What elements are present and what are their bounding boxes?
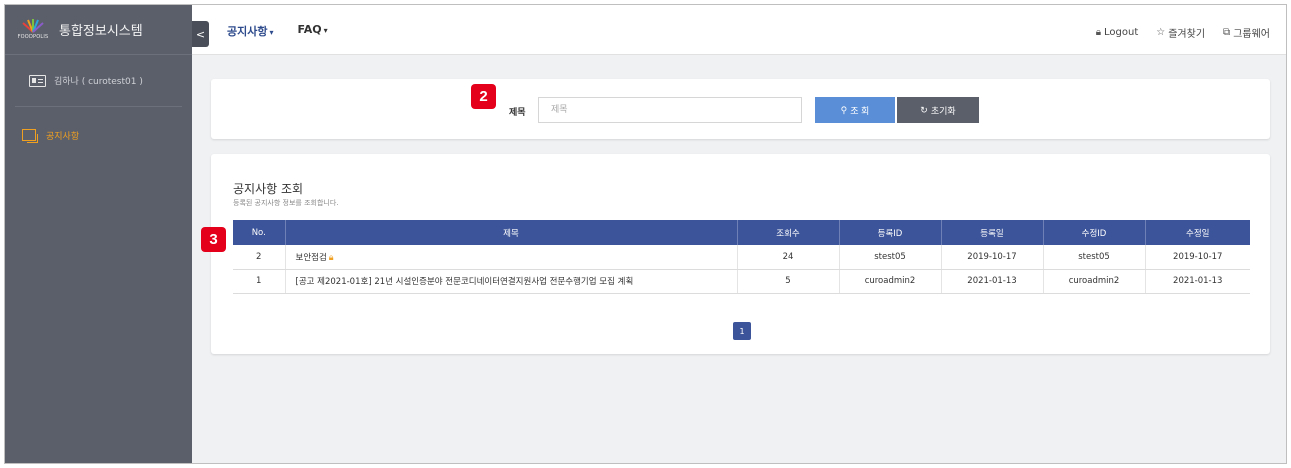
annotation-badge-3: 3	[201, 227, 226, 252]
column-header[interactable]: 제목	[285, 220, 738, 245]
result-description: 등록된 공지사항 정보를 조회합니다.	[233, 199, 339, 207]
refresh-icon: ↻	[920, 104, 928, 115]
table-row[interactable]: 2 보안점검 🔒︎ 24 stest05 2019-10-17 stest05 2…	[233, 245, 1250, 270]
cell-title[interactable]: [공고 제2021-01호] 21년 시설인증분야 전문코디네이터연결지원사업 …	[285, 269, 738, 294]
table-header-row: No. 제목 조회수 등록ID 등록일 수정ID 수정일	[233, 220, 1250, 245]
cell-mod-date: 2021-01-13	[1145, 269, 1250, 294]
caret-down-icon: ▾	[323, 26, 328, 35]
logout-link[interactable]: 🔒︎ Logout	[1096, 25, 1139, 40]
search-icon: ⚲	[840, 104, 848, 115]
id-card-icon	[29, 74, 46, 87]
cell-views: 24	[737, 245, 840, 270]
table-row[interactable]: 1 [공고 제2021-01호] 21년 시설인증분야 전문코디네이터연결지원사…	[233, 269, 1250, 294]
column-header[interactable]: 등록일	[941, 220, 1044, 245]
column-header[interactable]: 등록ID	[839, 220, 942, 245]
menu-notice-label: 공지사항	[227, 25, 268, 38]
groupware-link[interactable]: ⧉ 그룹웨어	[1223, 25, 1270, 40]
page-button-1[interactable]: 1	[733, 322, 751, 340]
caret-down-icon: ▾	[269, 28, 274, 37]
sidebar-item-notice[interactable]: 공지사항	[5, 126, 192, 144]
sidebar-collapse-button[interactable]: <	[192, 21, 209, 47]
cell-title[interactable]: 보안점검 🔒︎	[285, 245, 738, 270]
chevron-left-icon: <	[195, 27, 206, 41]
column-header[interactable]: 수정일	[1145, 220, 1250, 245]
reset-button-label: 초기화	[930, 105, 956, 116]
cell-mod-id: stest05	[1043, 245, 1146, 270]
cell-reg-id: curoadmin2	[839, 269, 942, 294]
logout-label: Logout	[1104, 27, 1139, 38]
column-header[interactable]: 수정ID	[1043, 220, 1146, 245]
search-title-label: 제목	[509, 108, 526, 118]
column-header[interactable]: No.	[233, 220, 286, 245]
user-profile[interactable]: 김하나 ( curotest01 )	[15, 55, 182, 107]
result-panel: 공지사항 조회 등록된 공지사항 정보를 조회합니다. No. 제목 조회수 등…	[211, 154, 1270, 354]
cell-mod-id: curoadmin2	[1043, 269, 1146, 294]
lock-icon: 🔒︎	[1095, 27, 1102, 38]
notice-title-link[interactable]: [공고 제2021-01호] 21년 시설인증분야 전문코디네이터연결지원사업 …	[296, 277, 634, 287]
notice-table: No. 제목 조회수 등록ID 등록일 수정ID 수정일 2 보안점검 🔒︎ 24…	[233, 220, 1250, 294]
top-bar: < 공지사항 ▾ FAQ ▾ 🔒︎ Logout ☆ 즐겨찾기 ⧉ 그룹웨어	[192, 5, 1286, 55]
star-icon: ☆	[1156, 27, 1166, 38]
menu-notice[interactable]: 공지사항 ▾	[227, 23, 274, 39]
cell-no: 1	[233, 269, 286, 294]
reset-button[interactable]: ↻ 초기화	[897, 97, 979, 123]
logo-text: FOODPOLIS	[17, 34, 49, 40]
search-button[interactable]: ⚲ 조 회	[815, 97, 895, 123]
annotation-badge-2: 2	[471, 84, 496, 109]
user-name: 김하나 ( curotest01 )	[54, 77, 143, 87]
external-link-icon: ⧉	[1223, 27, 1231, 38]
menu-faq-label: FAQ	[297, 23, 322, 36]
notice-title-link[interactable]: 보안점검	[296, 253, 327, 263]
sidebar-item-label: 공지사항	[46, 131, 80, 142]
brand-title: 통합정보시스템	[59, 24, 143, 39]
top-menu: 공지사항 ▾ FAQ ▾	[227, 23, 328, 39]
cell-reg-date: 2019-10-17	[941, 245, 1044, 270]
search-title-input[interactable]	[538, 97, 802, 123]
brand[interactable]: FOODPOLIS 통합정보시스템	[5, 5, 192, 55]
search-panel: 제목 ⚲ 조 회 ↻ 초기화	[211, 79, 1270, 139]
favorites-label: 즐겨찾기	[1168, 29, 1206, 40]
column-header[interactable]: 조회수	[737, 220, 840, 245]
windows-icon	[22, 129, 38, 143]
sidebar: FOODPOLIS 통합정보시스템 김하나 ( curotest01 ) 공지사…	[5, 5, 192, 463]
lock-icon: 🔒︎	[328, 252, 334, 263]
app-window: FOODPOLIS 통합정보시스템 김하나 ( curotest01 ) 공지사…	[4, 4, 1287, 464]
cell-mod-date: 2019-10-17	[1145, 245, 1250, 270]
cell-no: 2	[233, 245, 286, 270]
favorites-link[interactable]: ☆ 즐겨찾기	[1156, 25, 1205, 40]
cell-reg-date: 2021-01-13	[941, 269, 1044, 294]
cell-reg-id: stest05	[839, 245, 942, 270]
cell-views: 5	[737, 269, 840, 294]
top-links: 🔒︎ Logout ☆ 즐겨찾기 ⧉ 그룹웨어	[1096, 25, 1270, 40]
groupware-label: 그룹웨어	[1233, 29, 1270, 40]
menu-faq[interactable]: FAQ ▾	[298, 23, 328, 39]
result-title: 공지사항 조회	[233, 182, 304, 196]
search-button-label: 조 회	[850, 105, 870, 116]
foodpolis-logo: FOODPOLIS	[15, 16, 51, 44]
